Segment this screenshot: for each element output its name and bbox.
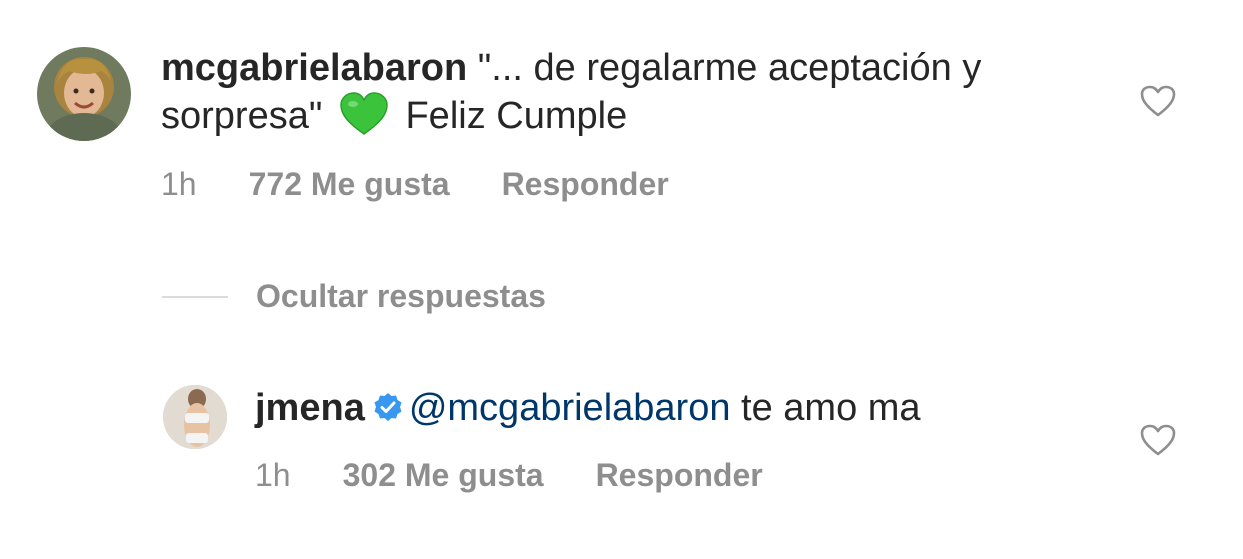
divider	[162, 295, 228, 298]
reply-time: 1h	[255, 457, 291, 493]
comment-meta: 1h 772 Me gusta Responder	[161, 166, 669, 203]
comment-time: 1h	[161, 166, 197, 202]
reply-username[interactable]: jmena	[255, 387, 365, 429]
reply-button[interactable]: Responder	[596, 457, 763, 494]
heart-outline-icon[interactable]	[1140, 424, 1176, 461]
reply-text: te amo ma	[741, 387, 921, 429]
reply-body: jmena @mcgabrielabaron te amo ma	[255, 384, 1135, 434]
reply-item: jmena @mcgabrielabaron te amo ma 1h 302 …	[0, 360, 1243, 540]
reply-button[interactable]: Responder	[502, 166, 669, 203]
reply-meta: 1h 302 Me gusta Responder	[255, 457, 763, 494]
green-heart-emoji	[339, 92, 389, 148]
reply-likes-button[interactable]: 302 Me gusta	[343, 457, 544, 494]
mention-link[interactable]: @mcgabrielabaron	[409, 387, 731, 429]
comment-text-end: Feliz Cumple	[405, 95, 628, 137]
comment-username[interactable]: mcgabrielabaron	[161, 47, 467, 89]
hide-replies-button[interactable]: Ocultar respuestas	[162, 278, 546, 315]
hide-replies-label: Ocultar respuestas	[256, 278, 546, 314]
avatar[interactable]	[37, 47, 131, 141]
comment-likes-button[interactable]: 772 Me gusta	[249, 166, 450, 203]
comment-item: mcgabrielabaron "... de regalarme acepta…	[0, 0, 1243, 240]
verified-badge-icon	[373, 386, 403, 434]
heart-outline-icon[interactable]	[1140, 85, 1176, 122]
avatar[interactable]	[163, 385, 227, 449]
comment-body: mcgabrielabaron "... de regalarme acepta…	[161, 44, 1101, 148]
